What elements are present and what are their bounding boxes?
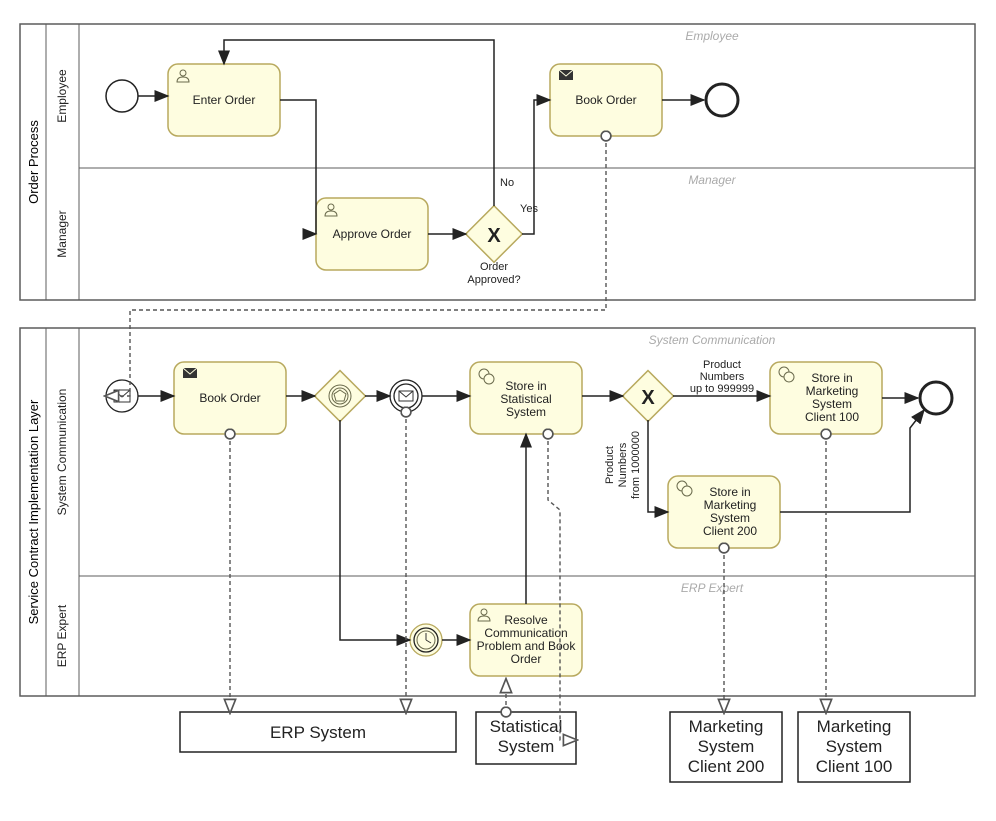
task-label-book-order-bottom: Book Order — [199, 391, 260, 405]
end-event-service[interactable] — [920, 382, 952, 414]
lane-watermark-employee: Employee — [685, 29, 739, 43]
svg-text:X: X — [487, 225, 501, 247]
svg-text:Store in: Store in — [709, 485, 750, 499]
lane-title-manager: Manager — [55, 210, 69, 257]
svg-text:up to 999999: up to 999999 — [690, 383, 754, 395]
msgflow-stat-out — [548, 434, 576, 740]
external-stat[interactable]: Statistical System Statistical System — [476, 712, 576, 764]
svg-text:Client 100: Client 100 — [805, 410, 859, 424]
lane-watermark-syscom: System Communication — [649, 333, 776, 347]
svg-text:from 1000000: from 1000000 — [630, 431, 642, 499]
svg-text:Product: Product — [604, 446, 616, 484]
svg-text:Client 200: Client 200 — [703, 524, 757, 538]
task-store-mkt200[interactable]: Store in Marketing System Client 200 Sto… — [668, 476, 780, 548]
pool-title-order-process: Order Process — [26, 120, 41, 204]
event-msg-catch[interactable] — [390, 380, 422, 412]
lane-title-employee: Employee — [55, 69, 69, 123]
svg-text:X: X — [641, 387, 655, 409]
flow-enter-to-approve — [280, 100, 316, 234]
lane-watermark-manager: Manager — [688, 173, 736, 187]
task-resolve[interactable]: Resolve Communication Problem and Book O… — [470, 604, 582, 676]
svg-text:Communication: Communication — [484, 626, 567, 640]
gateway-label-2: Approved? — [467, 274, 520, 286]
task-label-enter-order: Enter Order — [193, 93, 256, 107]
svg-text:System: System — [698, 737, 755, 756]
svg-text:System: System — [826, 737, 883, 756]
svg-text:Order: Order — [511, 652, 542, 666]
gateway-product-split[interactable]: X — [623, 371, 674, 422]
end-event-order[interactable] — [706, 84, 738, 116]
gateway-event-based[interactable] — [315, 371, 366, 422]
flow-label-no: No — [500, 177, 514, 189]
start-event-order[interactable] — [106, 80, 138, 112]
lane-title-erpexp: ERP Expert — [55, 604, 69, 667]
task-enter-order[interactable]: Enter Order — [168, 64, 280, 136]
svg-text:Statistical: Statistical — [490, 717, 563, 736]
gateway-label-1: Order — [480, 261, 508, 273]
ext-label-erp: ERP System — [270, 723, 366, 742]
svg-text:Marketing: Marketing — [704, 498, 757, 512]
gateway-order-approved[interactable]: X Order Approved? — [466, 206, 523, 286]
task-book-order-bottom[interactable]: Book Order — [174, 362, 286, 434]
svg-text:System: System — [506, 405, 546, 419]
svg-text:Marketing: Marketing — [806, 384, 859, 398]
flow-label-yes: Yes — [520, 203, 538, 215]
svg-text:Client 100: Client 100 — [816, 757, 893, 776]
svg-text:System: System — [812, 397, 852, 411]
task-approve-order[interactable]: Approve Order — [316, 198, 428, 270]
task-book-order-top[interactable]: Book Order — [550, 64, 662, 136]
task-store-mkt100[interactable]: Store in Marketing System Client 100 Sto… — [770, 362, 882, 434]
task-label-approve-order: Approve Order — [333, 227, 412, 241]
svg-text:Marketing: Marketing — [689, 717, 764, 736]
svg-text:Store in: Store in — [811, 371, 852, 385]
svg-text:System: System — [498, 737, 555, 756]
event-timer[interactable] — [410, 624, 442, 656]
svg-text:Numbers: Numbers — [700, 371, 745, 383]
svg-text:Statistical: Statistical — [500, 392, 551, 406]
external-erp[interactable]: ERP System — [180, 712, 456, 752]
svg-text:Numbers: Numbers — [617, 442, 629, 487]
svg-text:Product: Product — [703, 359, 741, 371]
task-label-book-order-top: Book Order — [575, 93, 636, 107]
svg-text:Problem and Book: Problem and Book — [477, 639, 577, 653]
external-mkt200[interactable]: Marketing System Client 200 Marketing Sy… — [670, 712, 782, 782]
svg-text:Marketing: Marketing — [817, 717, 892, 736]
bpmn-diagram: Order Process Employee Manager Employee … — [0, 0, 996, 821]
lane-watermark-erpexp: ERP Expert — [681, 581, 744, 595]
svg-text:Store in: Store in — [505, 379, 546, 393]
task-store-stat[interactable]: Store in Statistical Store in Statistica… — [470, 362, 582, 434]
pool-title-service: Service Contract Implementation Layer — [26, 399, 41, 624]
external-mkt100[interactable]: Marketing System Client 100 Marketing Sy… — [798, 712, 910, 782]
svg-text:Resolve: Resolve — [504, 613, 548, 627]
lane-title-syscom: System Communication — [55, 389, 69, 516]
svg-text:Client 200: Client 200 — [688, 757, 765, 776]
svg-text:System: System — [710, 511, 750, 525]
